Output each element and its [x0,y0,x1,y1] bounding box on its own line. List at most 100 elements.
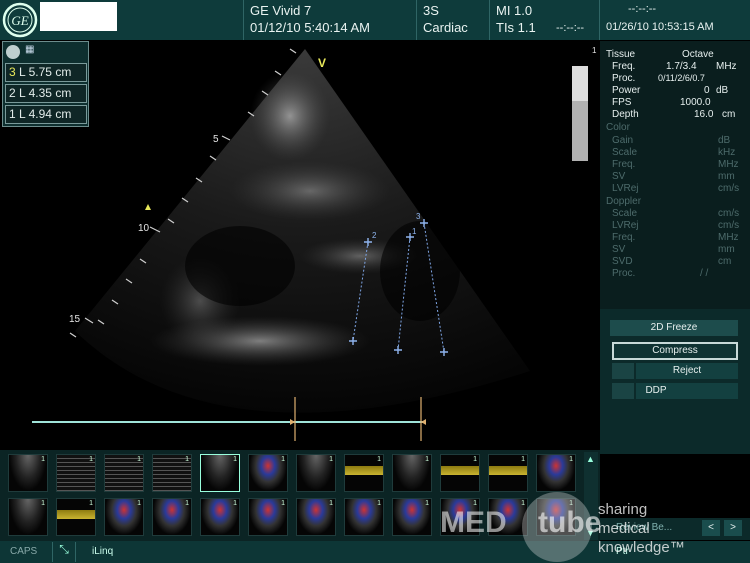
parameter-panel: Tissue Octave Freq. 1.7/3.4 MHz Proc. 0/… [600,41,750,309]
system-cell: GE Vivid 7 01/12/10 5:40:14 AM [243,0,416,40]
clip-thumbnail[interactable]: 1 [8,454,48,492]
thumbnail-number: 1 [137,500,141,507]
clip-thumbnail[interactable]: 1 [536,454,576,492]
thumbnail-number: 1 [425,500,429,507]
clip-thumbnail[interactable]: 1 [104,454,144,492]
mi-index: MI 1.0 [496,3,533,18]
doppler-freq-label: Freq. [612,232,636,243]
tissue-label: Tissue [606,49,636,60]
color-sv-unit: mm [718,171,735,182]
svg-text:GE: GE [11,13,28,28]
color-lvrej-label: LVRej [612,183,639,194]
param-depth-unit: cm [722,109,736,120]
ddp-toggle[interactable] [612,383,634,399]
clip-thumbnail[interactable]: 1 [296,498,336,536]
record-icon[interactable] [6,45,20,59]
clip-thumbnail[interactable]: 1 [56,454,96,492]
param-fps-label: FPS [612,97,632,108]
clip-thumbnail[interactable]: 1 [344,498,384,536]
probe-cell: 3S Cardiac [416,0,489,40]
param-power-unit: dB [716,85,729,96]
clip-thumbnail[interactable]: 1 [248,454,288,492]
clip-thumbnail[interactable]: 1 [296,454,336,492]
clip-thumbnail[interactable]: 1 [152,498,192,536]
thumbnail-number: 1 [233,500,237,507]
param-fps-value: 1000.0 [680,97,711,108]
doppler-sv-unit: mm [718,244,735,255]
clip-thumbnail[interactable]: 1 [104,498,144,536]
param-proc-value: 0/11/2/6/0.7 [658,73,705,83]
calc-icon[interactable]: ▦ [25,44,39,58]
clip-thumbnail[interactable]: 1 [440,454,480,492]
thumbnail-number: 1 [89,500,93,507]
tool-icon[interactable]: ⤡ [52,542,76,562]
doppler-svd-unit: cm [718,256,732,267]
ilinq-button[interactable]: iLinq [92,546,113,557]
clip-thumbnail[interactable]: 1 [344,454,384,492]
datetime-cell: --:--:-- 01/26/10 10:53:15 AM [599,0,750,40]
watermark-tagline: sharing medical knowledge™ [598,501,685,556]
clip-thumbnail[interactable]: 1 [8,498,48,536]
freeze-button[interactable]: 2D Freeze [610,320,738,336]
color-scale-label: Scale [612,147,638,158]
doppler-proc-unit: / / [700,268,709,279]
thumbnail-number: 1 [473,456,477,463]
probe-name: 3S [423,3,439,18]
orientation-marker: V [318,56,326,70]
focus-marker-icon [145,204,151,210]
thumbnail-number: 1 [569,456,573,463]
clip-thumbnail[interactable]: 1 [248,498,288,536]
thumbnail-number: 1 [89,456,93,463]
clip-thumbnail[interactable]: 1 [56,498,96,536]
param-freq-label: Freq. [612,61,636,72]
thumbnail-number: 1 [41,456,45,463]
thumbnail-number: 1 [233,456,237,463]
measurement-row-3[interactable]: 3 L 5.75 cm [5,63,87,82]
ge-logo-icon: GE [2,2,38,38]
clip-thumbnail[interactable]: 1 [392,454,432,492]
thumbnail-number: 1 [329,500,333,507]
color-sv-label: SV [612,171,626,182]
system-name: GE Vivid 7 [250,3,312,18]
color-freq-label: Freq. [612,159,636,170]
reject-toggle[interactable] [612,363,634,379]
watermark-med: MED [440,506,507,539]
measurement-row-1[interactable]: 1 L 4.94 cm [5,105,87,124]
tis-index: TIs 1.1 [496,20,536,35]
clip-thumbnail[interactable]: 1 [200,498,240,536]
clip-thumbnail[interactable]: 1 [488,454,528,492]
thumbnail-number: 1 [377,456,381,463]
clip-thumbnail[interactable]: 1 [152,454,192,492]
color-freq-unit: MHz [718,159,739,170]
measurement-panel: ▦ 3 L 5.75 cm 2 L 4.35 cm 1 L 4.94 cm [2,41,89,127]
measurement-row-2[interactable]: 2 L 4.35 cm [5,84,87,103]
clip-thumbnail[interactable]: 1 [200,454,240,492]
timer: --:--:-- [556,22,585,34]
patient-name-redaction [40,2,117,31]
depth-mark-10: 10 [138,223,150,234]
exam-datetime: 01/12/10 5:40:14 AM [250,20,370,35]
caps-indicator: CAPS [10,546,38,557]
thumbnail-number: 1 [281,456,285,463]
color-gain-label: Gain [612,135,634,146]
param-proc-label: Proc. [612,73,636,84]
ddp-button[interactable]: DDP [636,383,676,399]
color-scale-unit: kHz [718,147,736,158]
medtube-watermark: MED tube sharing medical knowledge™ [440,492,750,563]
compress-button[interactable]: Compress [612,342,738,360]
param-depth-label: Depth [612,109,639,120]
scroll-up-icon[interactable]: ▲ [586,454,595,464]
doppler-lvrej-label: LVRej [612,220,639,231]
clip-thumbnail[interactable]: 1 [392,498,432,536]
grayscale-top-label: 1 [592,46,597,55]
depth-mark-15: 15 [69,314,81,325]
doppler-svd-label: SVD [612,256,633,267]
thumbnail-number: 1 [281,500,285,507]
depth-mark-5: 5 [213,134,219,145]
reject-button[interactable]: Reject [636,363,738,379]
current-datetime: 01/26/10 10:53:15 AM [606,21,714,33]
doppler-section-label: Doppler [606,196,642,207]
point-label-3: 3 [416,212,421,221]
ultrasound-image[interactable]: 5 10 15 V 2 1 3 1 [0,41,600,451]
thumbnail-number: 1 [425,456,429,463]
